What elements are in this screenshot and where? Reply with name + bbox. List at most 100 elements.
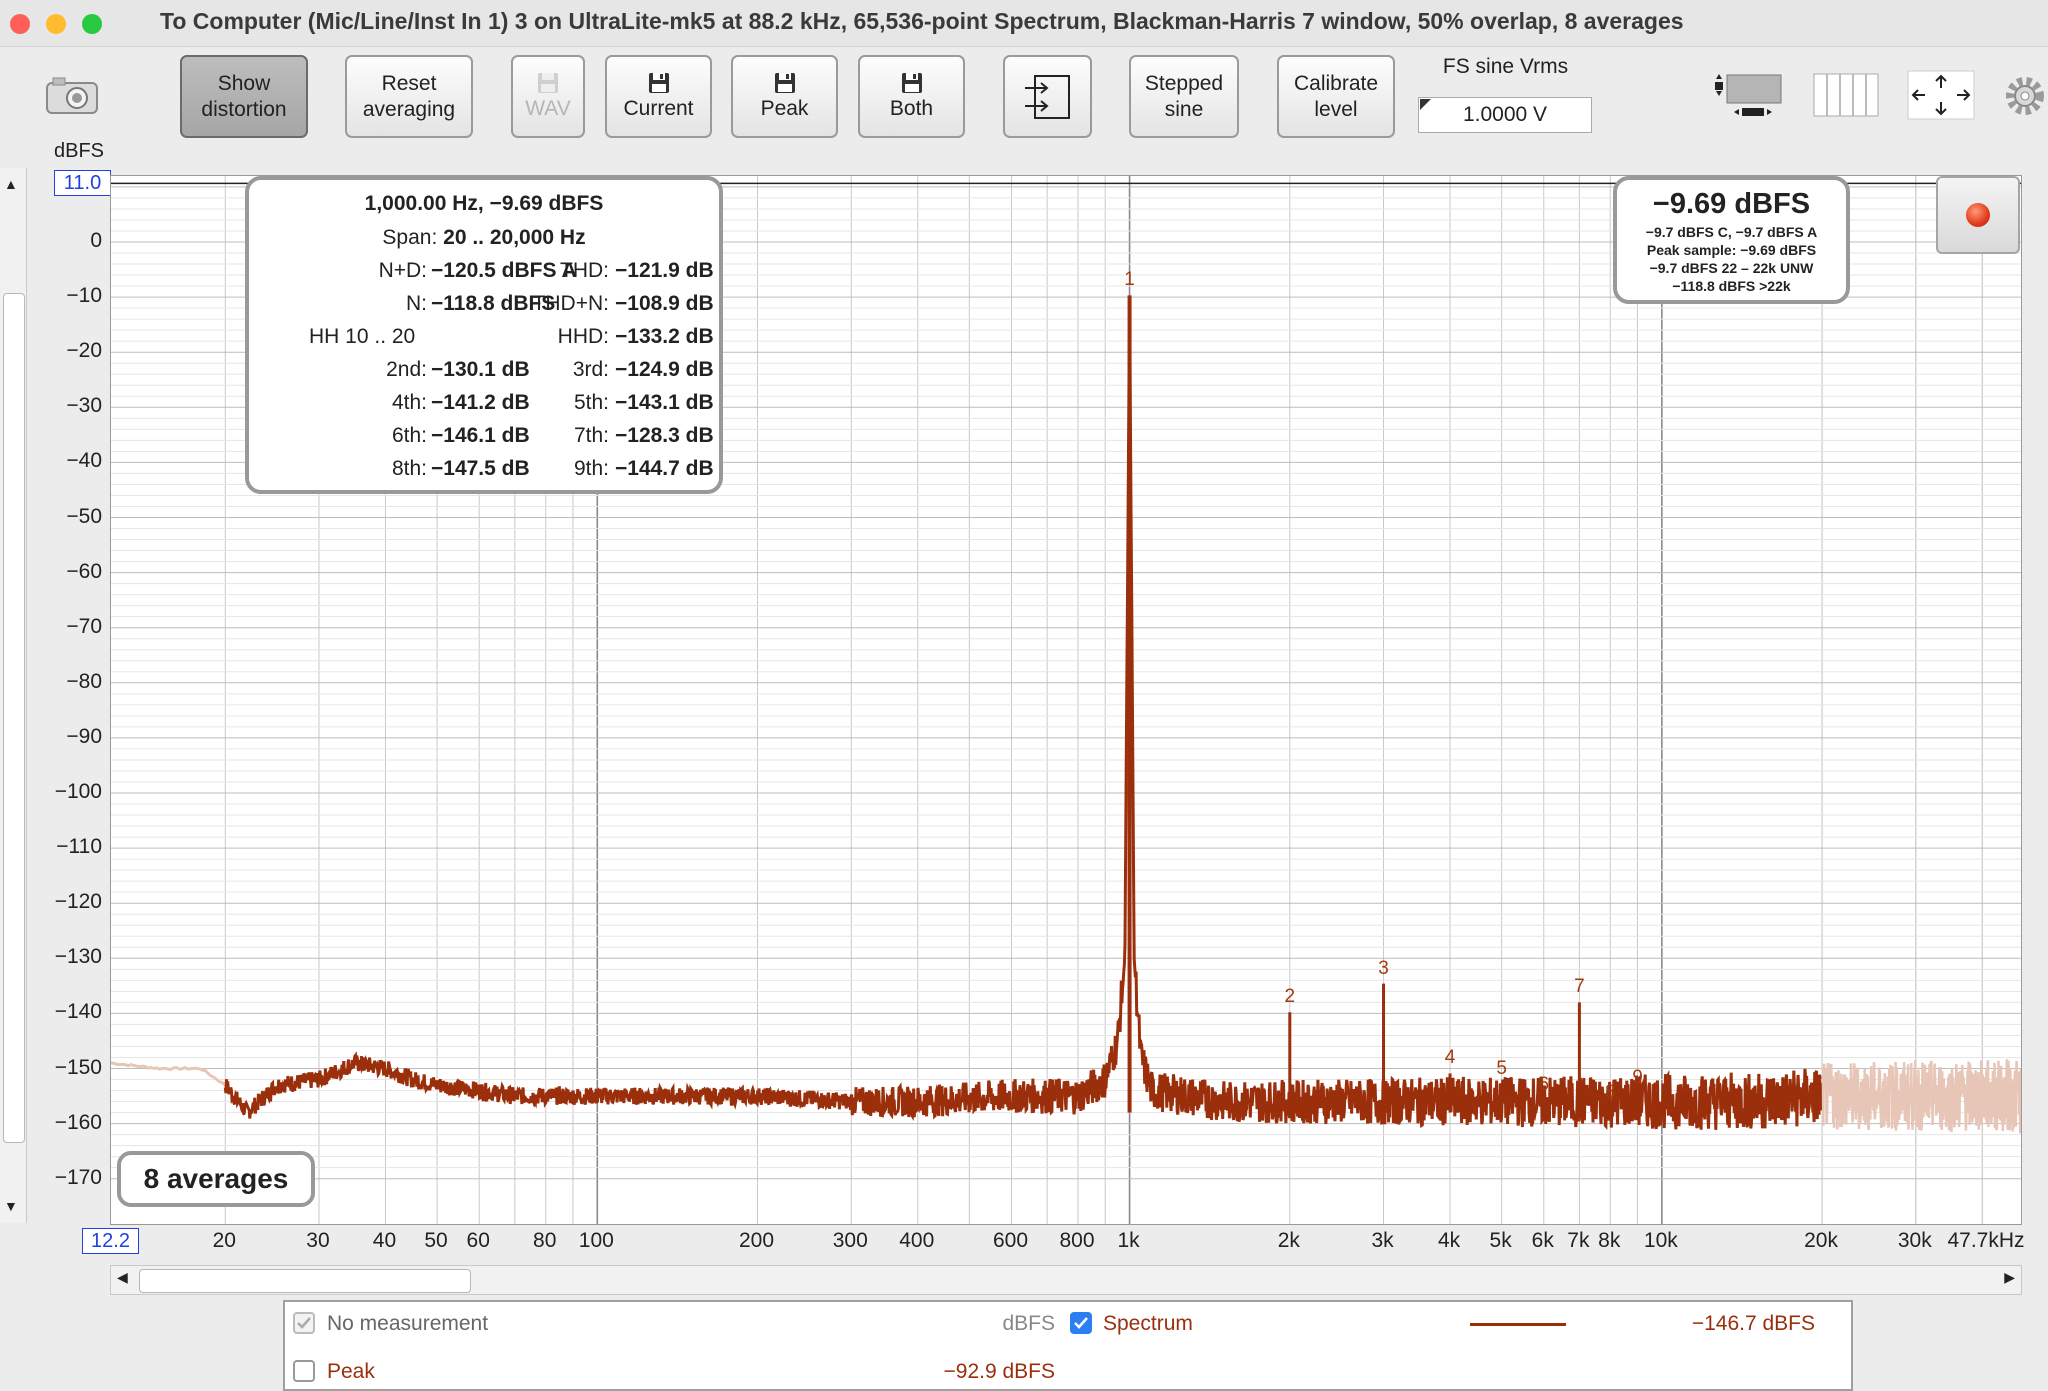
input-routing-button[interactable] [1003, 55, 1092, 138]
trace-legend: No measurement dBFS Spectrum −146.7 dBFS… [283, 1300, 1853, 1391]
record-dot-icon [1966, 203, 1990, 227]
y-tick-label: −110 [56, 835, 102, 859]
y-tick-label: −60 [66, 559, 102, 583]
checkmark-icon [1074, 1317, 1088, 1329]
scroll-up-arrow-icon[interactable]: ▲ [4, 176, 18, 192]
save-both-button[interactable]: Both [858, 55, 965, 138]
hhd-value: −133.2 dB [615, 325, 714, 348]
scroll-left-arrow-icon[interactable]: ◀ [117, 1269, 128, 1286]
scroll-right-arrow-icon[interactable]: ▶ [2004, 1269, 2015, 1286]
x-tick-label: 4k [1437, 1229, 1461, 1252]
close-button[interactable] [10, 14, 30, 34]
x-tick-label: 60 [466, 1229, 490, 1252]
show-distortion-button[interactable]: Show distortion [180, 55, 308, 138]
h2-value: −130.1 dB [431, 358, 530, 381]
nd-label: N+D: [378, 259, 427, 282]
reset-averaging-button[interactable]: Reset averaging [345, 55, 473, 138]
h6-label: 6th: [391, 424, 427, 447]
peak-trace-label: Peak [327, 1360, 375, 1383]
x-tick-label: 5k [1489, 1229, 1512, 1252]
level-readout-panel: −9.69 dBFS −9.7 dBFS C, −9.7 dBFS A Peak… [1613, 176, 1850, 304]
level-line-2: Peak sample: −9.69 dBFS [1646, 242, 1817, 258]
save-peak-button[interactable]: Peak [731, 55, 838, 138]
horizontal-scrollbar[interactable]: ◀ ▶ [110, 1265, 2022, 1295]
x-tick-label: 30 [306, 1229, 330, 1252]
camera-icon[interactable] [44, 75, 100, 117]
columns-view-icon[interactable] [1813, 73, 1879, 117]
stepped-sine-button[interactable]: Stepped sine [1129, 55, 1239, 138]
no-measurement-checkbox[interactable] [293, 1312, 315, 1334]
x-tick-label: 20k [1804, 1229, 1838, 1252]
x-tick-label: 3k [1371, 1229, 1394, 1252]
wav-button[interactable]: WAV [511, 55, 585, 138]
gear-icon[interactable] [2003, 74, 2048, 118]
h7-label: 7th: [573, 424, 609, 447]
layout-toggle-icon[interactable] [1712, 70, 1786, 120]
field-corner-marker [1420, 99, 1431, 110]
spectrum-plot[interactable]: 1,000.00 Hz, −9.69 dBFS Span: 20 .. 20,0… [110, 175, 2022, 1225]
h9-label: 9th: [573, 457, 609, 480]
h5-value: −143.1 dB [615, 391, 714, 414]
save-current-button[interactable]: Current [605, 55, 712, 138]
x-tick-label: 8k [1598, 1229, 1621, 1252]
thd-value: −121.9 dB [615, 259, 714, 282]
zoom-button[interactable] [82, 14, 102, 34]
thdn-value: −108.9 dB [615, 292, 714, 315]
peak-checkbox[interactable] [293, 1360, 315, 1382]
input-arrows-icon [1024, 74, 1070, 119]
y-max-field[interactable]: 11.0 [54, 170, 111, 196]
horizontal-scroll-thumb[interactable] [139, 1269, 471, 1293]
no-measurement-label: No measurement [327, 1312, 489, 1335]
checkmark-icon [297, 1317, 311, 1329]
peak-label: Peak [760, 96, 809, 120]
noise-label: N: [406, 292, 427, 315]
fs-sine-label: FS sine Vrms [1442, 55, 1569, 78]
record-button[interactable] [1936, 176, 2020, 254]
calibrate-level-button[interactable]: Calibrate level [1277, 55, 1395, 138]
x-tick-label: 40 [372, 1229, 397, 1252]
wav-label: WAV [525, 96, 571, 120]
harmonic-label-6: 6 [1538, 1074, 1550, 1096]
x-tick-label: 1k [1117, 1229, 1140, 1252]
peak-trace-value: −92.9 dBFS [943, 1360, 1056, 1383]
x-tick-label: 30k [1897, 1229, 1932, 1252]
title-bar: To Computer (Mic/Line/Inst In 1) 3 on Ul… [0, 0, 2048, 47]
x-tick-label: 10k [1643, 1229, 1678, 1252]
x-tick-label: 100 [578, 1229, 614, 1252]
hhd-label: HHD: [557, 325, 609, 348]
x-tick-label: 20 [212, 1229, 236, 1252]
spectrum-checkbox[interactable] [1070, 1312, 1092, 1334]
h3-value: −124.9 dB [615, 358, 714, 381]
h6-value: −146.1 dB [431, 424, 530, 447]
show-distortion-label-1: Show [217, 71, 271, 95]
fs-sine-vrms-field[interactable]: 1.0000 V [1418, 97, 1592, 133]
x-tick-label: 50 [424, 1229, 448, 1252]
zoom-arrows-icon[interactable] [1907, 70, 1975, 120]
x-tick-label: 400 [899, 1229, 935, 1252]
y-tick-label: −20 [66, 339, 102, 363]
y-tick-label: −120 [54, 890, 102, 914]
x-min-field[interactable]: 12.2 [82, 1228, 139, 1254]
harmonic-label-3: 3 [1378, 957, 1389, 979]
x-tick-label: 600 [992, 1229, 1029, 1252]
spectrum-trace-above-span [1820, 1059, 2021, 1134]
stepped-sine-label-1: Stepped [1144, 71, 1224, 95]
h3-label: 3rd: [572, 358, 609, 381]
scroll-down-arrow-icon[interactable]: ▼ [4, 1198, 18, 1214]
nd-value: −120.5 dBFS A [431, 259, 577, 282]
reset-averaging-label-2: averaging [362, 97, 456, 121]
y-tick-label: −70 [66, 614, 102, 638]
current-label: Current [623, 96, 694, 120]
harmonic-label-2: 2 [1284, 986, 1296, 1008]
fundamental-readout: 1,000.00 Hz, −9.69 dBFS [364, 192, 604, 215]
x-tick-label: 200 [739, 1229, 775, 1252]
y-tick-label: −30 [66, 394, 102, 418]
save-disk-icon [648, 72, 669, 93]
y-tick-label: 0 [90, 229, 102, 252]
save-disk-icon [538, 72, 558, 93]
minimize-button[interactable] [46, 14, 66, 34]
y-tick-label: −140 [54, 1000, 102, 1024]
h8-value: −147.5 dB [431, 457, 530, 480]
y-tick-label: −160 [54, 1110, 102, 1134]
harmonic-label-8: 8 [1604, 1082, 1616, 1104]
